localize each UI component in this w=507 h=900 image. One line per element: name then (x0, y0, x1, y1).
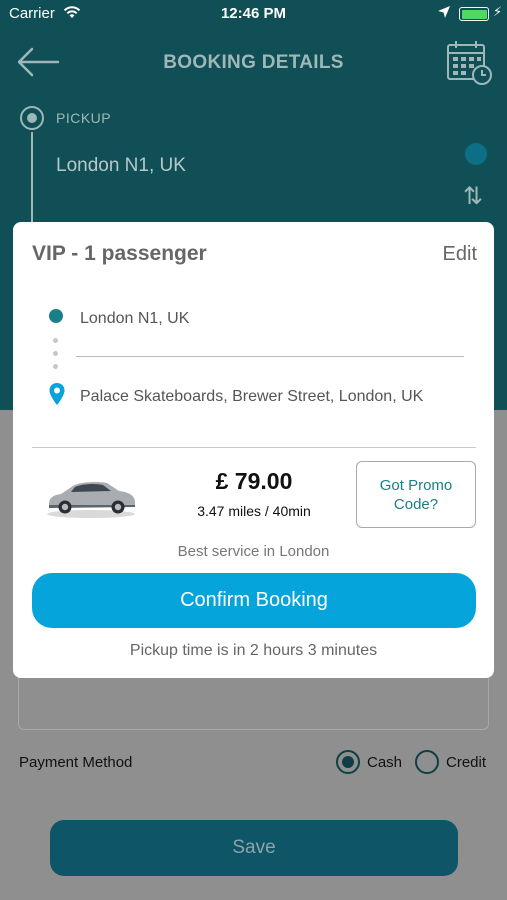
pickup-time-note: Pickup time is in 2 hours 3 minutes (129, 642, 378, 659)
promo-code-button[interactable]: Got Promo Code? (356, 461, 476, 528)
nav-bar: BOOKING DETAILS (0, 36, 507, 90)
payment-method-label: Payment Method (19, 754, 133, 771)
battery-icon (459, 7, 489, 21)
vehicle-title: VIP - 1 passenger (32, 242, 207, 265)
route-dots (53, 338, 59, 377)
page-title: BOOKING DETAILS (163, 52, 344, 73)
route-line (31, 132, 33, 222)
pickup-marker-icon (20, 106, 44, 130)
status-bar: Carrier 12:46 PM ⚡ (0, 0, 507, 28)
confirm-booking-button[interactable]: Confirm Booking (32, 573, 476, 628)
swap-arrows-icon[interactable]: ⇅ (463, 182, 483, 211)
credit-option-label[interactable]: Credit (446, 754, 486, 771)
edit-button[interactable]: Edit (443, 243, 477, 266)
credit-radio[interactable] (415, 750, 439, 774)
to-address: Palace Skateboards, Brewer Street, Londo… (80, 388, 424, 405)
promo-code-label: Got Promo Code? (379, 476, 453, 513)
destination-pin-icon (48, 382, 66, 406)
price: £ 79.00 (215, 468, 293, 494)
service-note: Best service in London (177, 543, 330, 560)
cash-option-label[interactable]: Cash (367, 754, 402, 771)
save-button[interactable]: Save (50, 820, 458, 876)
distance-duration: 3.47 miles / 40min (197, 503, 311, 519)
cash-radio[interactable] (336, 750, 360, 774)
clock: 12:46 PM (220, 5, 287, 22)
section-divider (32, 447, 476, 448)
pickup-label: PICKUP (56, 110, 112, 126)
origin-dot-icon (49, 309, 63, 323)
address-divider (76, 356, 464, 357)
car-image (45, 472, 137, 520)
booking-summary-modal: VIP - 1 passenger Edit London N1, UK Pal… (13, 222, 494, 678)
current-location-icon[interactable] (465, 143, 487, 165)
calendar-clock-icon[interactable] (445, 38, 493, 86)
location-arrow-icon (437, 5, 451, 23)
from-address: London N1, UK (80, 310, 190, 327)
notes-field[interactable] (18, 670, 489, 730)
pickup-address-field[interactable]: London N1, UK (56, 155, 186, 177)
charging-bolt-icon: ⚡ (493, 4, 503, 19)
